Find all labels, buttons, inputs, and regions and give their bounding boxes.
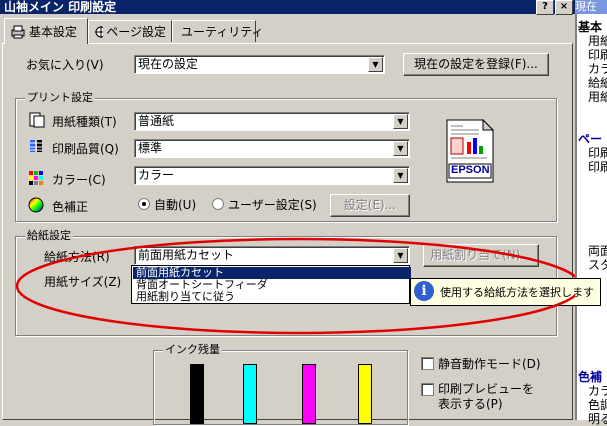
- user-settings-radio[interactable]: [212, 198, 224, 210]
- paper-type-label: 用紙種類(T): [52, 115, 117, 129]
- color-correction-label: 色補正: [52, 200, 89, 214]
- paper-assign-button[interactable]: 用紙割り当て(N)...: [423, 244, 539, 267]
- color-grid-icon: [29, 171, 43, 185]
- register-settings-button[interactable]: 現在の設定を登録(F)...: [403, 53, 549, 76]
- quiet-mode-checkbox[interactable]: [421, 357, 434, 370]
- paper-type-value: 普通紙: [138, 114, 175, 128]
- paper-type-select[interactable]: 普通紙 ▼: [134, 112, 410, 131]
- color-wheel-icon: [28, 197, 44, 213]
- tab-page-setup[interactable]: ページ設定: [88, 20, 172, 42]
- quality-value: 標準: [138, 141, 163, 155]
- page-setup-icon: [95, 25, 104, 38]
- preview-label-line1: 印刷プレビューを: [438, 382, 535, 396]
- print-settings-title: プリント設定: [25, 91, 95, 104]
- bg-line: 用紙: [588, 34, 607, 48]
- bg-line: 両面: [588, 244, 607, 258]
- tab-utility[interactable]: ユーティリティ: [172, 20, 264, 42]
- auto-radio[interactable]: [138, 198, 150, 210]
- bg-line: 印刷: [588, 48, 607, 62]
- color-value: カラー: [138, 168, 175, 182]
- close-button[interactable]: ×: [555, 0, 573, 15]
- bg-line: 色調: [588, 398, 607, 412]
- feed-method-dropdown: 前面用紙カセット 背面オートシートフィーダ 用紙割り当てに従う: [131, 265, 411, 304]
- bg-line: 色補: [578, 370, 603, 384]
- preview-label-line2: 表示する(P): [438, 397, 503, 411]
- bg-line: カラ: [588, 62, 607, 76]
- feed-method-select[interactable]: 前面用紙カセット ▼: [134, 246, 410, 265]
- bg-line: カラ: [588, 384, 607, 398]
- tab-label: 基本設定: [29, 25, 78, 39]
- color-settings-button[interactable]: 設定(E)...: [330, 194, 410, 217]
- info-icon: i: [414, 281, 434, 301]
- bg-line: ペー: [578, 132, 603, 146]
- bg-line: スタ: [588, 258, 607, 272]
- window-title: 山袖メイン 印刷設定: [0, 0, 577, 14]
- quiet-mode-label: 静音動作モード(D): [438, 357, 541, 371]
- favorites-select[interactable]: 現在の設定 ▼: [134, 55, 385, 74]
- tooltip-text: 使用する給紙方法を選択します: [440, 286, 594, 299]
- chevron-down-icon: ▼: [393, 141, 408, 156]
- brand-label: EPSON: [451, 164, 490, 176]
- user-settings-radio-label: ユーザー設定(S): [228, 198, 317, 212]
- quality-label: 印刷品質(Q): [52, 142, 119, 156]
- feed-method-value: 前面用紙カセット: [138, 248, 235, 262]
- bg-line: 印刷: [588, 146, 607, 160]
- chevron-down-icon: ▼: [368, 57, 383, 72]
- color-select[interactable]: カラー ▼: [134, 166, 410, 185]
- favorites-value: 現在の設定: [138, 57, 199, 71]
- bg-line: 明る: [588, 412, 607, 426]
- auto-radio-label: 自動(U): [154, 198, 197, 212]
- dropdown-option[interactable]: 用紙割り当てに従う: [133, 291, 411, 303]
- paper-size-label: 用紙サイズ(Z): [44, 275, 122, 289]
- ink-title: インク残量: [163, 343, 222, 356]
- paper-type-icon: [29, 112, 45, 128]
- quality-icon: [30, 140, 42, 152]
- color-label: カラー(C): [52, 173, 106, 187]
- background-panel-header: 現在: [575, 0, 607, 14]
- favorites-label: お気に入り(V): [26, 58, 104, 72]
- chevron-down-icon: ▼: [393, 114, 408, 129]
- chevron-down-icon: ▼: [393, 168, 408, 183]
- chevron-down-icon: ▼: [393, 248, 408, 263]
- ink-black: [190, 364, 204, 424]
- bg-line: 用紙: [588, 90, 607, 104]
- feed-method-label: 給紙方法(R): [44, 250, 110, 264]
- bg-line: 基本: [578, 20, 603, 34]
- tab-label: ページ設定: [106, 25, 166, 39]
- printer-icon: [11, 25, 25, 38]
- tab-basic[interactable]: 基本設定: [4, 18, 88, 44]
- bg-line: 印刷: [588, 160, 607, 174]
- preview-checkbox[interactable]: [421, 383, 434, 396]
- feed-settings-title: 給紙設定: [25, 229, 73, 242]
- quality-select[interactable]: 標準 ▼: [134, 139, 410, 158]
- help-button[interactable]: ?: [536, 0, 554, 15]
- ink-magenta: [302, 364, 316, 424]
- tab-label: ユーティリティ: [181, 25, 264, 39]
- ink-cyan: [243, 364, 257, 424]
- bg-line: 給紙: [588, 76, 607, 90]
- ink-yellow: [358, 364, 372, 424]
